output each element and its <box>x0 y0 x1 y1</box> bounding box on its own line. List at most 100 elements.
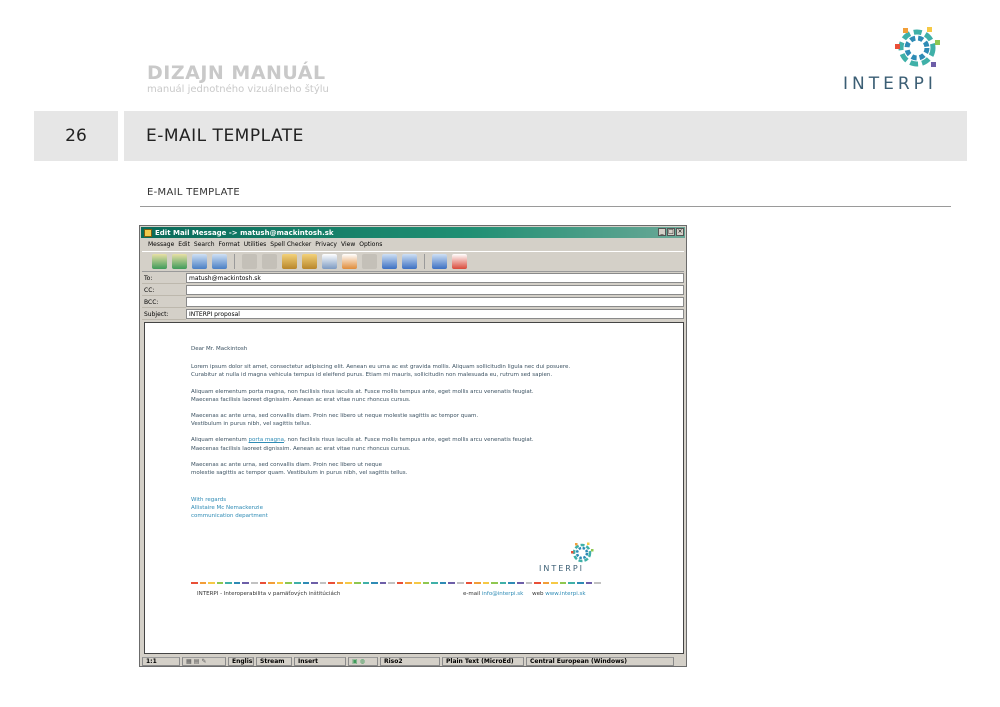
interpi-logo <box>895 27 940 67</box>
toolbar <box>142 251 684 272</box>
stripe-segment <box>362 582 370 584</box>
menu-message[interactable]: Message <box>148 241 174 248</box>
paragraph-line: Curabitur at nulla id magna vehicula tem… <box>191 372 553 379</box>
find-icon[interactable] <box>322 254 337 269</box>
bcc-field[interactable] <box>186 297 684 307</box>
menu-bar: Message Edit Search Format Utilities Spe… <box>142 239 382 249</box>
stripe-segment <box>285 582 292 584</box>
greeting: Dear Mr. Mackintosh <box>191 346 248 352</box>
to-row: To: matush@mackintosh.sk <box>142 273 684 284</box>
paragraph-line: Vestibulum in purus nibh, vel sagittis t… <box>191 421 312 428</box>
paragraph-text: Aliquam elementum <box>191 437 249 444</box>
email-client-window: Edit Mail Message -> matush@mackintosh.s… <box>139 225 687 667</box>
stripe-segment <box>199 582 207 584</box>
bcc-label: BCC: <box>142 297 186 308</box>
paragraph-line: Maecenas ac ante urna, sed convallis dia… <box>191 461 383 468</box>
stripe-segment <box>585 582 593 584</box>
status-stream: Stream <box>256 656 292 666</box>
stripe-segment <box>293 582 301 584</box>
minimize-button[interactable]: _ <box>658 228 666 236</box>
queue-icon[interactable] <box>172 254 187 269</box>
address-book-icon[interactable] <box>402 254 417 269</box>
stripe-segment <box>474 582 481 584</box>
status-bar: 1:1 ▦ ▤ ✎ English Stream Insert ▣ ◍ Riso… <box>142 656 684 666</box>
porta-magna-link[interactable]: porta magna <box>249 437 284 443</box>
stripe-segment <box>302 582 310 584</box>
signature-name: Allistaire Mc Nemackenzie <box>191 505 263 512</box>
menu-options[interactable]: Options <box>359 241 382 248</box>
footer-web-link[interactable]: www.interpi.sk <box>545 591 585 597</box>
status-user: Riso2 <box>380 656 440 666</box>
print-icon[interactable] <box>212 254 227 269</box>
divider <box>140 206 951 207</box>
status-icons: ▦ ▤ ✎ <box>182 656 226 666</box>
attach-icon[interactable] <box>382 254 397 269</box>
stripe-segment <box>594 582 601 584</box>
stripe-segment <box>542 582 550 584</box>
status-language[interactable]: English <box>228 656 254 666</box>
stripe-segment <box>448 582 455 584</box>
manual-title: DIZAJN MANUÁL <box>147 62 326 84</box>
status-mode: Insert <box>294 656 346 666</box>
window-title: Edit Mail Message -> matush@mackintosh.s… <box>155 228 334 237</box>
bcc-row: BCC: <box>142 297 684 308</box>
message-body[interactable]: Dear Mr. Mackintosh Lorem ipsum dolor si… <box>144 322 684 654</box>
cc-row: CC: <box>142 285 684 296</box>
menu-privacy[interactable]: Privacy <box>315 241 337 248</box>
menu-format[interactable]: Format <box>219 241 240 248</box>
paragraph: Lorem ipsum dolor sit amet, consectetur … <box>191 363 611 379</box>
section-header: E-MAIL TEMPLATE <box>124 111 967 161</box>
subject-field[interactable]: INTERPI proposal <box>186 309 684 319</box>
send-icon[interactable] <box>152 254 167 269</box>
stripe-segment <box>251 582 258 584</box>
page-number: 26 <box>34 111 118 161</box>
cc-field[interactable] <box>186 285 684 295</box>
paragraph-line: Maecenas facilisis laoreet dignissim. Ae… <box>191 445 411 452</box>
brand-name: INTERPI <box>843 74 937 94</box>
section-title: E-MAIL TEMPLATE <box>146 126 304 146</box>
paste-icon[interactable] <box>302 254 317 269</box>
stripe-segment <box>242 582 250 584</box>
stripe-segment <box>259 582 267 584</box>
stripe-segment <box>439 582 447 584</box>
stripe-segment <box>551 582 558 584</box>
menu-edit[interactable]: Edit <box>178 241 190 248</box>
menu-spell-checker[interactable]: Spell Checker <box>270 241 311 248</box>
menu-view[interactable]: View <box>341 241 355 248</box>
email-text: Dear Mr. Mackintosh Lorem ipsum dolor si… <box>191 345 611 485</box>
replace-icon[interactable] <box>342 254 357 269</box>
status-flags: ▣ ◍ <box>348 656 378 666</box>
stripe-segment <box>353 582 361 584</box>
insert-icon[interactable] <box>362 254 377 269</box>
cc-label: CC: <box>142 285 186 296</box>
stripe-segment <box>508 582 515 584</box>
menu-utilities[interactable]: Utilities <box>244 241 267 248</box>
stripe-segment <box>191 582 198 584</box>
footer-email-link[interactable]: info@interpi.sk <box>482 591 523 597</box>
menu-search[interactable]: Search <box>194 241 215 248</box>
signature: With regards Allistaire Mc Nemackenzie c… <box>191 496 268 521</box>
mail-icon <box>144 228 152 237</box>
paragraph-line: Lorem ipsum dolor sit amet, consectetur … <box>191 364 571 371</box>
status-encoding[interactable]: Central European (Windows) <box>526 656 674 666</box>
signature-department: communication department <box>191 513 268 520</box>
save-icon[interactable] <box>192 254 207 269</box>
stripe-segment <box>559 582 567 584</box>
paragraph: Maecenas ac ante urna, sed convallis dia… <box>191 461 611 477</box>
to-field[interactable]: matush@mackintosh.sk <box>186 273 684 283</box>
spell-check-icon[interactable] <box>432 254 447 269</box>
maximize-button[interactable]: □ <box>667 228 675 236</box>
email-footer-right: e-mail info@interpi.sk web www.interpi.s… <box>463 591 586 597</box>
cut-icon[interactable] <box>262 254 277 269</box>
paragraph: Aliquam elementum porta magna, non facil… <box>191 388 611 404</box>
undo-icon[interactable] <box>242 254 257 269</box>
title-bar[interactable]: Edit Mail Message -> matush@mackintosh.s… <box>141 227 685 238</box>
close-button[interactable]: × <box>676 228 684 236</box>
subject-label: Subject: <box>142 309 186 320</box>
stripe-segment <box>268 582 275 584</box>
toolbar-separator <box>424 254 425 269</box>
paragraph-line: Aliquam elementum porta magna, non facil… <box>191 388 534 395</box>
copy-icon[interactable] <box>282 254 297 269</box>
status-format[interactable]: Plain Text (MicroEd) <box>442 656 524 666</box>
cancel-icon[interactable] <box>452 254 467 269</box>
